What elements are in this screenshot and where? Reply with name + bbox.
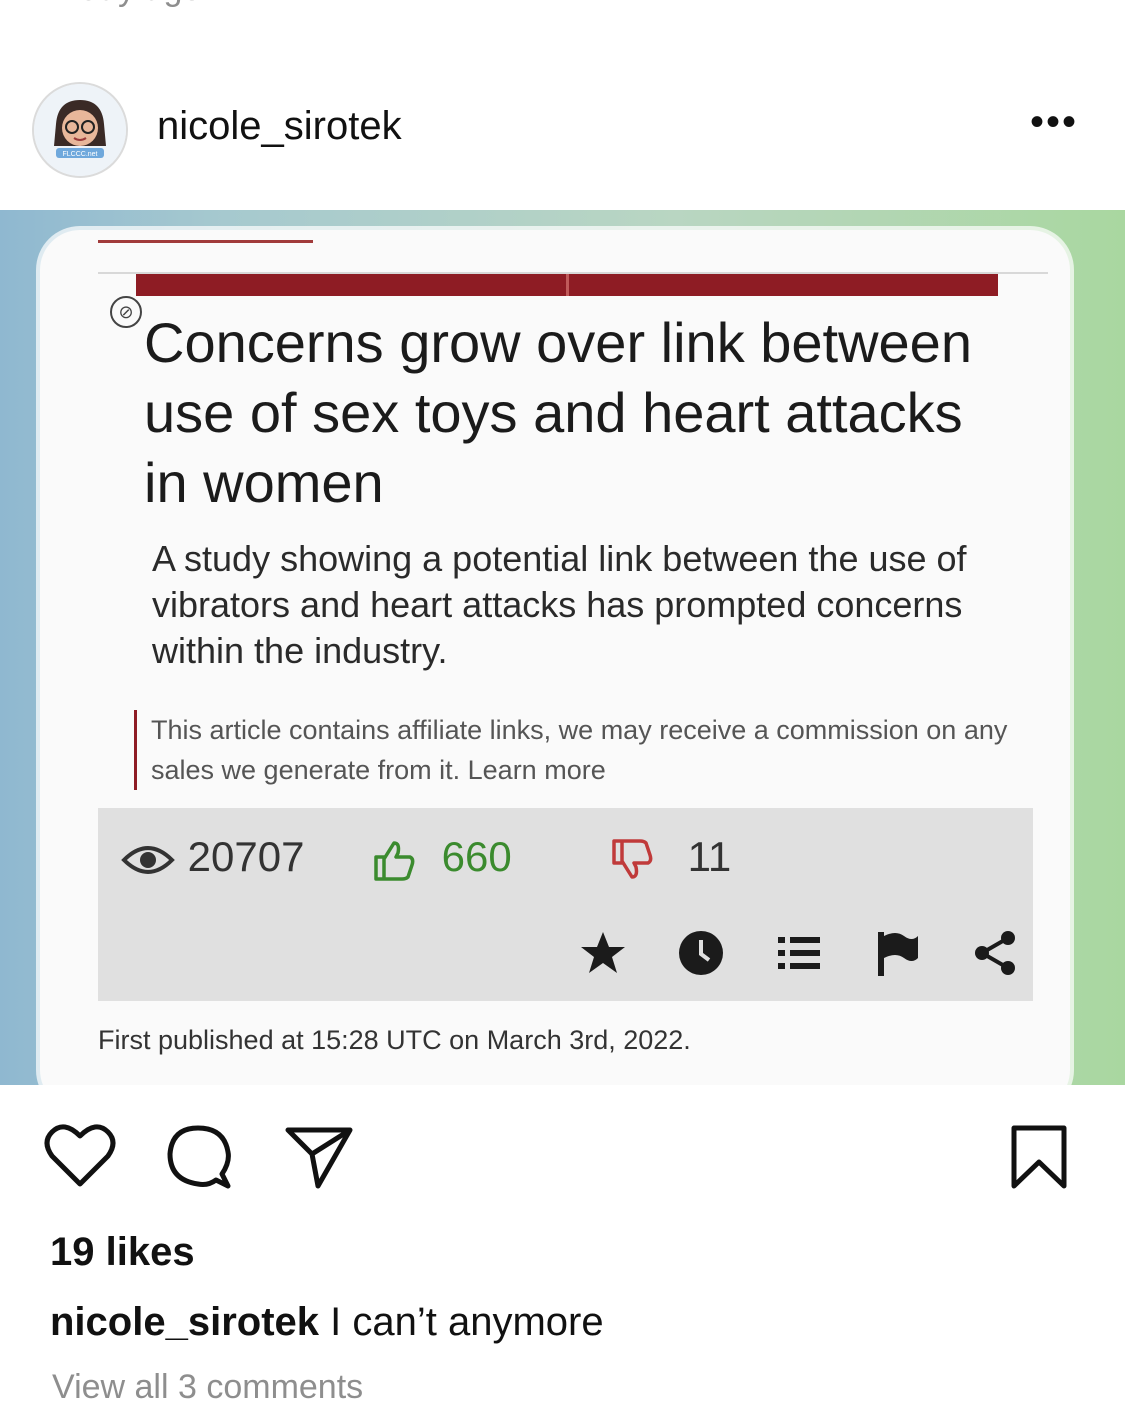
post-username[interactable]: nicole_sirotek <box>157 104 402 149</box>
dislikes-count: 11 <box>687 833 732 880</box>
thumbs-up-icon <box>374 841 415 881</box>
share-icon[interactable] <box>284 1124 354 1195</box>
avatar-badge-text: FLCCC.net <box>62 151 97 158</box>
article-subtitle: A study showing a potential link between… <box>152 538 967 671</box>
eye-icon <box>121 845 175 874</box>
article-title: Concerns grow over link between use of s… <box>144 311 972 514</box>
post-action-bar <box>0 1100 1125 1220</box>
article-badge-icon: ⊘ <box>110 296 142 328</box>
avatar[interactable]: FLCCC.net <box>32 82 128 178</box>
caption-username[interactable]: nicole_sirotek <box>50 1300 319 1344</box>
article-stats: 20707 660 11 <box>98 808 1033 1001</box>
post-header: FLCCC.net nicole_sirotek ••• <box>0 80 1125 178</box>
view-all-comments[interactable]: View all 3 comments <box>52 1368 363 1407</box>
dislikes-stat[interactable]: 11 <box>608 832 731 883</box>
post-image: ⊘ Concerns grow over link between use of… <box>0 210 1125 1085</box>
caption-text: I can’t anymore <box>330 1300 604 1344</box>
post-caption: nicole_sirotek I can’t anymore <box>50 1300 604 1345</box>
affiliate-note: This article contains affiliate links, w… <box>134 710 1011 790</box>
likes-count: 660 <box>441 833 512 880</box>
thumbs-down-icon <box>612 839 653 879</box>
star-icon[interactable] <box>578 928 628 978</box>
share-nodes-icon[interactable] <box>970 928 1020 978</box>
views-count: 20707 <box>187 833 305 880</box>
clock-icon[interactable] <box>676 928 726 978</box>
article-card: ⊘ Concerns grow over link between use of… <box>40 230 1070 1085</box>
likes-stat[interactable]: 660 <box>370 832 512 883</box>
avatar-image: FLCCC.net <box>34 84 126 176</box>
more-options-button[interactable]: ••• <box>1030 102 1078 142</box>
article-header-bar <box>136 274 998 296</box>
flag-icon[interactable] <box>872 928 922 978</box>
published-date: First published at 15:28 UTC on March 3r… <box>98 1025 691 1055</box>
divider <box>98 240 313 243</box>
bookmark-icon[interactable] <box>1008 1124 1070 1195</box>
list-icon[interactable] <box>774 928 824 978</box>
comment-icon[interactable] <box>164 1122 234 1197</box>
post-time: 1 day ago <box>52 0 201 9</box>
heart-icon[interactable] <box>44 1122 116 1193</box>
likes-count-text[interactable]: 19 likes <box>50 1230 195 1275</box>
views-stat: 20707 <box>120 832 304 882</box>
